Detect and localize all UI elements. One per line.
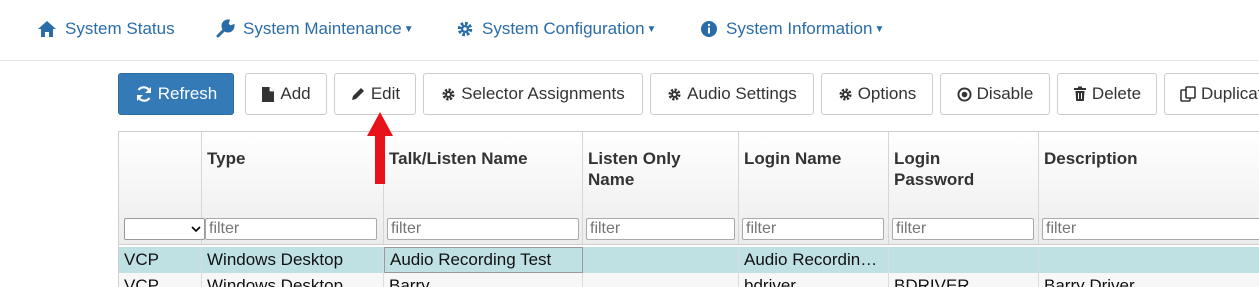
cell-listen-only-name: [583, 247, 739, 273]
table-row[interactable]: VCP Windows Desktop Barry bdriver BDRIVE…: [119, 273, 1259, 287]
column-header-type[interactable]: Type: [202, 132, 384, 244]
filter-listen-only-name-input[interactable]: [586, 218, 735, 240]
cell-login-name: bdriver: [739, 273, 889, 287]
filter-select[interactable]: [124, 218, 205, 240]
trash-icon: [1073, 86, 1087, 102]
column-header-listen-only-name[interactable]: Listen Only Name: [583, 132, 739, 244]
filter-talk-listen-name-input[interactable]: [387, 218, 579, 240]
cell-listen-only-name: [583, 273, 739, 287]
cell-description: Barry Driver: [1044, 276, 1135, 287]
info-circle-icon: [700, 20, 718, 38]
delete-button[interactable]: Delete: [1057, 73, 1157, 115]
gear-icon: [838, 87, 853, 102]
refresh-button[interactable]: Refresh: [118, 73, 234, 115]
selector-assignments-button[interactable]: Selector Assignments: [423, 73, 643, 115]
cell-class: VCP: [119, 273, 202, 287]
selector-assignments-label: Selector Assignments: [461, 84, 625, 103]
nav-system-status[interactable]: System Status: [37, 17, 175, 41]
cell-class: VCP: [119, 247, 202, 273]
table-row[interactable]: VCP Windows Desktop Audio Recording Test…: [119, 247, 1259, 273]
cell-type: Windows Desktop: [202, 247, 384, 273]
audio-settings-label: Audio Settings: [687, 84, 797, 103]
annotation-arrow-icon: [367, 112, 393, 184]
toolbar: Refresh Add Edit Selector Assignments Au…: [0, 73, 1259, 117]
disable-circle-icon: [957, 86, 972, 102]
column-title: Login Password: [894, 149, 975, 189]
pencil-icon: [350, 86, 366, 102]
options-button[interactable]: Options: [821, 73, 933, 115]
column-header-selector: [119, 132, 205, 244]
disable-label: Disable: [976, 84, 1034, 103]
cell-login-password: BDRIVER: [889, 273, 1039, 287]
caret-down-icon: ▼: [403, 23, 414, 35]
column-header-login-password[interactable]: Login Password: [889, 132, 1039, 244]
column-header-talk-listen-name[interactable]: Talk/Listen Name: [384, 132, 583, 244]
add-button[interactable]: Add: [245, 73, 327, 115]
cell-talk-listen-name[interactable]: Audio Recording Test: [384, 247, 583, 273]
grid-header: Type Talk/Listen Name Listen Only Name L…: [119, 132, 1259, 245]
edit-label: Edit: [370, 84, 401, 103]
refresh-icon: [135, 85, 153, 103]
nav-system-information[interactable]: System Information ▼: [700, 17, 884, 41]
column-title: Listen Only Name: [588, 149, 681, 189]
top-nav: System Status System Maintenance ▼ Syste…: [0, 0, 1259, 61]
column-header-description[interactable]: Description: [1039, 132, 1259, 244]
home-icon: [37, 20, 57, 38]
disable-button[interactable]: Disable: [940, 73, 1050, 115]
add-label: Add: [280, 84, 311, 103]
nav-system-configuration[interactable]: System Configuration ▼: [456, 17, 656, 41]
column-title: Login Name: [744, 149, 842, 168]
duplicate-button[interactable]: Duplicate: [1164, 73, 1259, 115]
chevron-down-icon: [190, 222, 202, 240]
audio-settings-button[interactable]: Audio Settings: [650, 73, 814, 115]
wrench-icon: [215, 19, 235, 39]
cell-type: Windows Desktop: [202, 273, 384, 287]
gear-icon: [441, 87, 456, 102]
caret-down-icon: ▼: [646, 23, 657, 35]
refresh-label: Refresh: [157, 84, 218, 103]
nav-label: System Information: [726, 19, 873, 38]
cell-description: [1039, 247, 1259, 273]
options-label: Options: [857, 84, 917, 103]
cell-talk-listen-name: Barry: [384, 273, 583, 287]
cell-login-password: [889, 247, 1039, 273]
gear-icon: [667, 87, 682, 102]
column-header-login-name[interactable]: Login Name: [739, 132, 889, 244]
gear-icon: [456, 20, 474, 38]
nav-label: System Status: [65, 19, 175, 38]
column-title: Type: [207, 149, 246, 168]
cell-login-name: Audio Recordin…: [739, 247, 889, 273]
duplicate-label: Duplicate: [1201, 84, 1259, 103]
column-title: Description: [1044, 149, 1138, 168]
column-title: Talk/Listen Name: [389, 149, 528, 168]
filter-login-password-input[interactable]: [892, 218, 1034, 240]
nav-label: System Configuration: [482, 19, 645, 38]
data-grid: Type Talk/Listen Name Listen Only Name L…: [118, 131, 1259, 287]
nav-label: System Maintenance: [243, 19, 402, 38]
delete-label: Delete: [1091, 84, 1142, 103]
caret-down-icon: ▼: [874, 23, 885, 35]
nav-system-maintenance[interactable]: System Maintenance ▼: [215, 17, 414, 41]
filter-description-input[interactable]: [1042, 218, 1259, 240]
filter-login-name-input[interactable]: [742, 218, 884, 240]
file-icon: [261, 86, 275, 103]
copy-icon: [1180, 86, 1196, 102]
filter-type-input[interactable]: [205, 218, 377, 240]
